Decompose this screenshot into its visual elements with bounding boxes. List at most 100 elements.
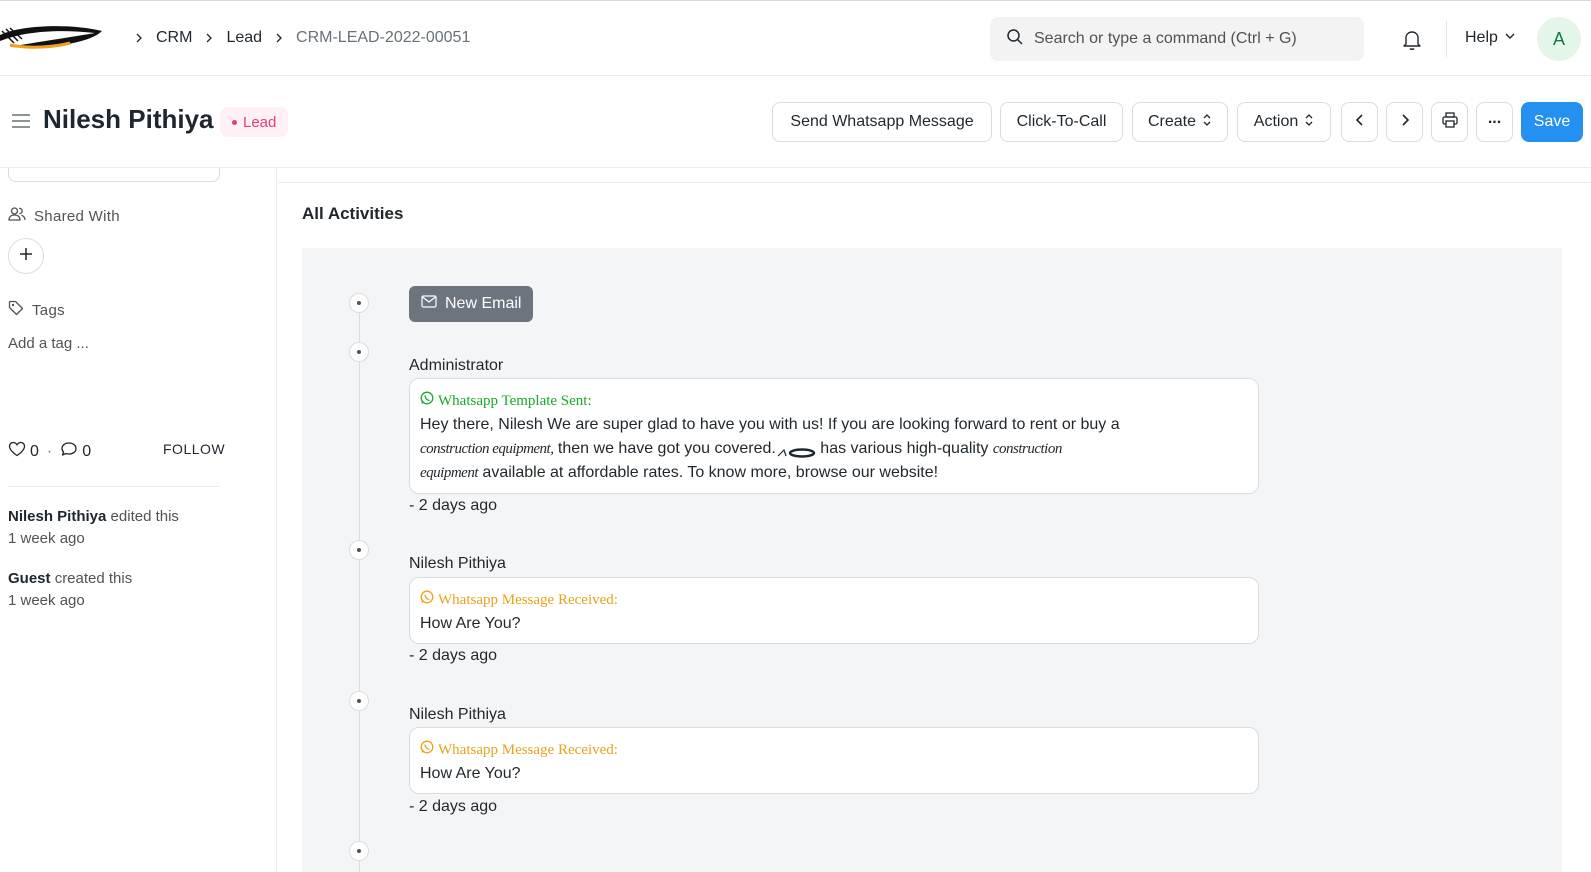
timeline-time: - 2 days ago bbox=[409, 647, 498, 664]
dot-separator: · bbox=[46, 442, 53, 460]
timeline-time: - 2 days ago bbox=[409, 798, 498, 815]
status-dot bbox=[232, 119, 237, 125]
save-label: Save bbox=[1533, 113, 1571, 130]
tags-label: Tags bbox=[32, 301, 65, 319]
new-email-button[interactable]: New Email bbox=[409, 286, 534, 322]
updown-icon bbox=[1304, 113, 1314, 132]
message-body-fragment: construction equipment, bbox=[420, 441, 554, 457]
users-icon bbox=[8, 206, 26, 226]
page-head: Nilesh Pithiya Lead Send Whatsapp Messag… bbox=[0, 76, 1591, 168]
message-header-label: Whatsapp Message Received: bbox=[438, 592, 618, 608]
print-button[interactable] bbox=[1431, 102, 1468, 142]
timeline-message-card: Whatsapp Message Received: How Are You? bbox=[409, 727, 1259, 794]
activity-user[interactable]: Guest bbox=[8, 570, 51, 587]
comment-icon[interactable] bbox=[60, 441, 78, 462]
previous-record-button[interactable] bbox=[1341, 102, 1378, 142]
timeline-author: Administrator bbox=[409, 357, 504, 374]
activity-time: 1 week ago bbox=[8, 530, 85, 547]
printer-icon bbox=[1441, 111, 1459, 134]
search-bar[interactable] bbox=[990, 17, 1364, 61]
sidebar-activity-item: Guest created this 1 week ago bbox=[8, 568, 132, 612]
message-header: Whatsapp Message Received: bbox=[420, 590, 1248, 610]
status-label: Lead bbox=[243, 113, 277, 131]
new-email-label: New Email bbox=[445, 295, 522, 312]
navbar-divider bbox=[1446, 21, 1447, 57]
create-button[interactable]: Create bbox=[1132, 102, 1228, 142]
shared-with-section: Shared With bbox=[8, 206, 120, 226]
timeline-dot bbox=[349, 841, 369, 861]
chevron-down-icon bbox=[1504, 29, 1516, 47]
activity-time: 1 week ago bbox=[8, 592, 85, 609]
message-body-fragment: construction bbox=[992, 441, 1063, 457]
add-tag-input[interactable]: Add a tag ... bbox=[8, 335, 89, 352]
breadcrumb-lead[interactable]: Lead bbox=[226, 27, 262, 49]
chevron-left-icon bbox=[1354, 113, 1366, 132]
timeline-time: - 2 days ago bbox=[409, 497, 498, 514]
tags-section: Tags bbox=[8, 300, 65, 320]
company-logo-inline bbox=[776, 443, 816, 458]
help-dropdown[interactable]: Help bbox=[1465, 29, 1516, 47]
message-header-label: Whatsapp Template Sent: bbox=[438, 393, 592, 409]
likes-count: 0 bbox=[30, 442, 39, 460]
timeline-dot bbox=[349, 540, 369, 560]
timeline-dot bbox=[349, 342, 369, 362]
activities-heading: All Activities bbox=[302, 204, 404, 223]
help-label: Help bbox=[1465, 29, 1498, 46]
timeline: New Email Administrator Whatsapp Templat… bbox=[302, 248, 1562, 872]
action-label: Action bbox=[1253, 113, 1299, 130]
message-body-fragment: then we have got you covered. bbox=[553, 440, 776, 457]
send-whatsapp-button[interactable]: Send Whatsapp Message bbox=[772, 102, 992, 142]
sidebar-toggle-icon[interactable] bbox=[10, 110, 32, 132]
message-body-fragment: has various high-quality bbox=[815, 440, 993, 457]
search-icon bbox=[1006, 28, 1024, 51]
next-record-button[interactable] bbox=[1386, 102, 1423, 142]
message-header: Whatsapp Message Received: bbox=[420, 740, 1248, 760]
action-button[interactable]: Action bbox=[1237, 102, 1331, 142]
status-badge: Lead bbox=[220, 107, 289, 137]
message-body: How Are You? bbox=[420, 615, 521, 632]
timeline-dot bbox=[349, 293, 369, 313]
timeline-line bbox=[359, 302, 360, 872]
activity-action: edited this bbox=[110, 508, 179, 525]
add-share-button[interactable] bbox=[8, 238, 44, 274]
whatsapp-icon bbox=[420, 391, 434, 411]
main-section: All Activities New Email Administrator W… bbox=[278, 168, 1591, 872]
message-body: How Are You? bbox=[420, 765, 521, 782]
sidebar-activity-item: Nilesh Pithiya edited this 1 week ago bbox=[8, 506, 179, 550]
sidebar-divider bbox=[8, 486, 220, 487]
click-to-call-label: Click-To-Call bbox=[1016, 113, 1107, 130]
timeline-author: Nilesh Pithiya bbox=[409, 706, 506, 723]
plus-icon bbox=[18, 246, 34, 267]
more-menu-button[interactable]: ... bbox=[1476, 102, 1513, 142]
page-title: Nilesh Pithiya bbox=[43, 104, 214, 134]
chevron-right-icon bbox=[130, 29, 148, 47]
message-header-label: Whatsapp Message Received: bbox=[438, 742, 618, 758]
chevron-right-icon bbox=[270, 29, 288, 47]
timeline-message-card: Whatsapp Message Received: How Are You? bbox=[409, 577, 1259, 644]
create-label: Create bbox=[1147, 113, 1197, 130]
section-divider bbox=[278, 182, 1591, 183]
search-input[interactable] bbox=[1034, 30, 1354, 48]
breadcrumb: CRM Lead CRM-LEAD-2022-00051 bbox=[122, 27, 470, 49]
shared-with-label: Shared With bbox=[34, 207, 120, 225]
chevron-right-icon bbox=[1399, 113, 1411, 132]
tag-icon bbox=[8, 300, 24, 320]
breadcrumb-current[interactable]: CRM-LEAD-2022-00051 bbox=[296, 27, 470, 49]
app-logo[interactable] bbox=[0, 23, 104, 53]
breadcrumb-crm[interactable]: CRM bbox=[156, 27, 192, 49]
avatar[interactable]: A bbox=[1537, 17, 1581, 61]
timeline-dot bbox=[349, 691, 369, 711]
activity-user[interactable]: Nilesh Pithiya bbox=[8, 508, 106, 525]
click-to-call-button[interactable]: Click-To-Call bbox=[1000, 102, 1123, 142]
comments-count: 0 bbox=[82, 442, 92, 460]
message-body: Hey there, Nilesh We are super glad to h… bbox=[420, 413, 1248, 485]
message-body-line: Hey there, Nilesh We are super glad to h… bbox=[420, 416, 1120, 433]
save-button[interactable]: Save bbox=[1521, 102, 1583, 142]
heart-icon[interactable] bbox=[8, 441, 26, 462]
likes-comments: 0 · 0 bbox=[8, 441, 91, 462]
message-body-fragment: equipment bbox=[420, 465, 478, 481]
bell-icon[interactable] bbox=[1400, 27, 1426, 53]
follow-button[interactable]: FOLLOW bbox=[163, 441, 225, 457]
message-header: Whatsapp Template Sent: bbox=[420, 391, 1248, 411]
message-body-fragment: available at affordable rates. To know m… bbox=[477, 464, 939, 481]
